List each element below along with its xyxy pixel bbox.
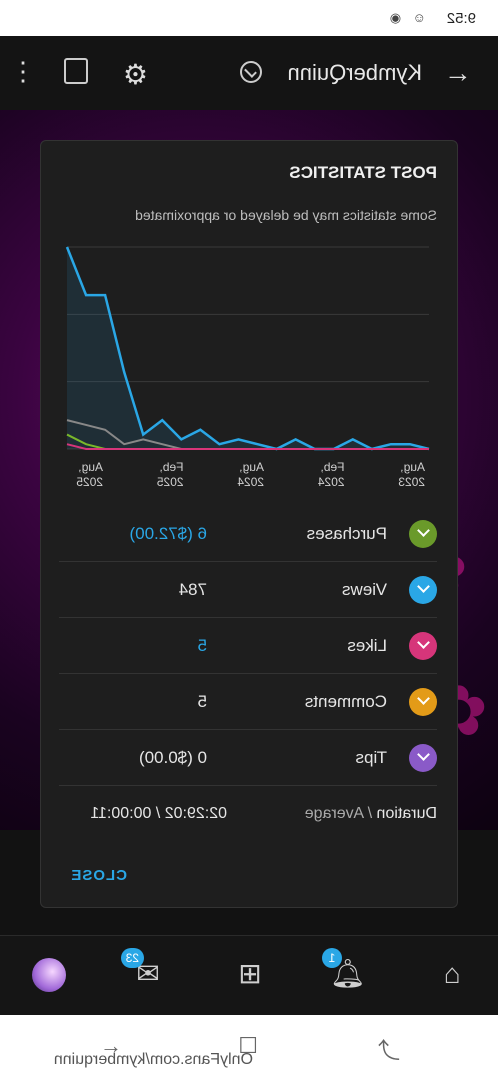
stat-value: 6 ($72.00) xyxy=(129,524,208,543)
back-arrow-icon[interactable]: ← xyxy=(442,57,472,88)
close-button[interactable]: CLOSE xyxy=(70,867,127,884)
stat-row[interactable]: Comments 5 xyxy=(59,674,437,730)
avatar[interactable] xyxy=(32,958,66,992)
duration-separator: / xyxy=(364,805,377,822)
x-tick-label: Feb, 2025 xyxy=(156,460,183,489)
stat-value: 5 xyxy=(197,692,207,711)
x-tick-label: Aug, 2025 xyxy=(76,460,103,489)
stat-value: 784 xyxy=(178,580,207,599)
stat-label: Views xyxy=(341,580,387,599)
share-icon[interactable] xyxy=(64,58,88,84)
more-options-icon[interactable]: ⋮ xyxy=(10,56,36,86)
stat-row[interactable]: Likes 5 xyxy=(59,618,437,674)
modal-subtitle: Some statistics may be delayed or approx… xyxy=(135,207,437,223)
post-statistics-modal: POST STATISTICS Some statistics may be d… xyxy=(40,140,458,908)
stats-chart: Aug, 2023 Feb, 2024 Aug, 2024 Feb, 2025 Aug, 2025 xyxy=(65,246,430,489)
stat-label: Likes xyxy=(347,636,387,655)
toggle-series-icon[interactable] xyxy=(409,520,437,548)
status-icons: ☺ ◉ xyxy=(385,10,426,25)
stat-value: 0 ($0.00) xyxy=(138,748,207,767)
page-title: KymberQuinn xyxy=(287,60,422,85)
stat-label: Comments xyxy=(304,692,387,711)
url-text[interactable]: OnlyFans.com/kymberquinn xyxy=(54,1051,253,1069)
series-area xyxy=(67,247,429,449)
toggle-series-icon[interactable] xyxy=(409,744,437,772)
app-root: 9:52 ☺ ◉ ← KymberQuinn ⚙ ⋮ ✿ ✿ ✿ ⌂ 🔔︎ 1 … xyxy=(0,0,498,1080)
tabs-icon[interactable]: ⤴ xyxy=(378,1033,400,1065)
toggle-series-icon[interactable] xyxy=(409,576,437,604)
toggle-series-icon[interactable] xyxy=(409,688,437,716)
x-tick-label: Aug, 2023 xyxy=(398,460,425,489)
bottom-nav: ⌂ 🔔︎ 1 ⊞ ✉ 23 xyxy=(0,935,498,1015)
x-tick-label: Feb, 2024 xyxy=(317,460,344,489)
stats-list: Purchases 6 ($72.00) Views 784 Likes 5 Comment… xyxy=(39,506,457,786)
notifications-badge: 1 xyxy=(322,948,342,968)
x-tick-label: Aug, 2024 xyxy=(237,460,264,489)
modal-title: POST STATISTICS xyxy=(289,163,437,182)
gear-icon[interactable]: ⚙ xyxy=(123,58,148,91)
toggle-series-icon[interactable] xyxy=(409,632,437,660)
duration-average: Average xyxy=(304,805,365,822)
stat-row[interactable]: Purchases 6 ($72.00) xyxy=(59,506,437,562)
stat-row[interactable]: Tips 0 ($0.00) xyxy=(59,730,437,786)
stat-label: Purchases xyxy=(306,524,387,543)
add-post-icon[interactable]: ⊞ xyxy=(232,956,268,992)
duration-title: Duration xyxy=(376,805,437,822)
verified-icon xyxy=(240,61,262,83)
status-time: 9:52 xyxy=(446,10,476,27)
browser-bar: ⤴ ☐ ← OnlyFans.com/kymberquinn xyxy=(0,1015,498,1080)
duration-label: Duration / Average xyxy=(305,805,437,823)
stat-row[interactable]: Views 784 xyxy=(59,562,437,618)
messages-badge: 23 xyxy=(120,948,144,968)
stat-label: Tips xyxy=(355,748,388,767)
status-bar: 9:52 ☺ ◉ xyxy=(0,0,498,36)
duration-value: 02:29:02 / 00:00:11 xyxy=(90,805,227,822)
app-header: ← KymberQuinn ⚙ ⋮ xyxy=(0,36,498,110)
stat-value: 5 xyxy=(197,636,207,655)
home-icon[interactable]: ⌂ xyxy=(434,956,470,992)
